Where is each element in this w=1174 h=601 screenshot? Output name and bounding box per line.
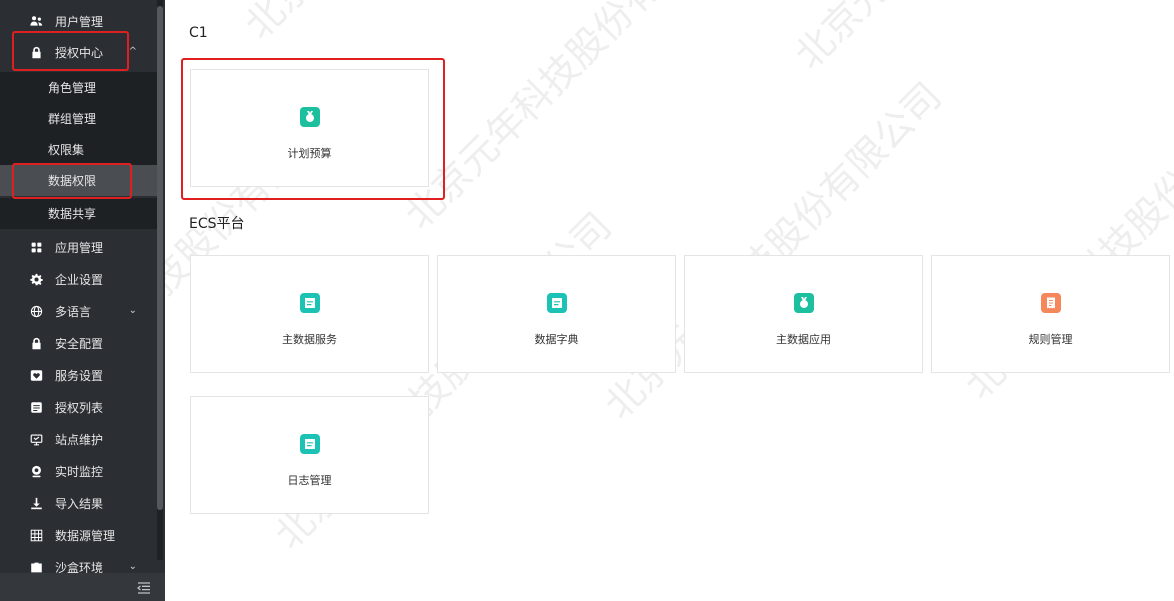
receipt-icon	[1040, 293, 1061, 313]
app-card-name: 规则管理	[1028, 333, 1073, 346]
chevron-up-icon: ^	[128, 46, 137, 57]
app-card-rule-management[interactable]: 规则管理	[931, 255, 1170, 373]
app-card-name: 日志管理	[287, 474, 332, 487]
sidebar-item-import-results[interactable]: 导入结果	[0, 488, 157, 519]
sidebar-subitem-permission-set[interactable]: 权限集	[0, 134, 157, 165]
grid-icon	[29, 529, 43, 543]
heart-icon	[29, 369, 43, 383]
monitor-icon	[29, 433, 43, 447]
section-title: C1	[189, 25, 208, 41]
sidebar-item-auth-center[interactable]: 授权中心 ^	[0, 37, 157, 68]
list-icon	[29, 401, 43, 415]
document-icon	[299, 293, 320, 313]
users-icon	[29, 15, 43, 29]
app-card-name: 主数据服务	[282, 333, 337, 346]
sidebar-item-label: 用户管理	[55, 15, 104, 29]
sidebar-item-label: 站点维护	[55, 433, 104, 447]
sidebar-subitem-data-sharing[interactable]: 数据共享	[0, 198, 157, 229]
sidebar-item-label: 授权列表	[55, 401, 104, 415]
globe-icon	[29, 305, 43, 319]
webcam-icon	[29, 465, 43, 479]
lock-icon	[29, 337, 43, 351]
collapse-menu-icon[interactable]	[136, 580, 151, 594]
app-card-name: 主数据应用	[776, 333, 831, 346]
sidebar-item-app-management[interactable]: 应用管理	[0, 232, 157, 263]
sidebar-item-auth-list[interactable]: 授权列表	[0, 392, 157, 423]
sidebar-item-site-maintenance[interactable]: 站点维护	[0, 424, 157, 455]
app-card-log-management[interactable]: 日志管理	[190, 396, 429, 514]
sidebar-subitem-group-management[interactable]: 群组管理	[0, 103, 157, 134]
app-card-plan-budget[interactable]: 计划预算	[190, 69, 429, 187]
sidebar-subitem-data-permission[interactable]: 数据权限	[0, 165, 157, 196]
sidebar-scrollbar[interactable]	[157, 0, 163, 560]
chevron-down-icon: ⌄	[128, 561, 137, 572]
sidebar: 用户管理 授权中心 ^ 角色管理 群组管理 权限集 数据权限 数据共享 应用管理…	[0, 0, 165, 601]
sidebar-item-security-config[interactable]: 安全配置	[0, 328, 157, 359]
sidebar-item-realtime-monitor[interactable]: 实时监控	[0, 456, 157, 487]
app-card-master-data-service[interactable]: 主数据服务	[190, 255, 429, 373]
section-title: ECS平台	[189, 216, 245, 232]
sidebar-item-label: 安全配置	[55, 337, 104, 351]
download-icon	[29, 497, 43, 511]
document-icon	[299, 434, 320, 454]
sidebar-item-label: 企业设置	[55, 273, 104, 287]
medal-icon	[299, 107, 320, 127]
sidebar-footer	[0, 573, 165, 601]
medal-icon	[793, 293, 814, 313]
lock-icon	[29, 46, 43, 60]
sidebar-item-multilanguage[interactable]: 多语言 ⌄	[0, 296, 157, 327]
sidebar-item-user-management[interactable]: 用户管理	[0, 6, 157, 37]
sidebar-item-label: 授权中心	[55, 46, 104, 60]
chevron-down-icon: ⌄	[128, 305, 137, 316]
app-card-master-data-app[interactable]: 主数据应用	[684, 255, 923, 373]
scrollbar-thumb[interactable]	[157, 6, 163, 510]
sidebar-item-label: 多语言	[55, 305, 92, 319]
sidebar-item-enterprise-settings[interactable]: 企业设置	[0, 264, 157, 295]
app-card-name: 计划预算	[287, 147, 332, 160]
sidebar-item-label: 数据源管理	[55, 529, 116, 543]
app-card-name: 数据字典	[534, 333, 579, 346]
document-icon	[546, 293, 567, 313]
app-card-data-dictionary[interactable]: 数据字典	[437, 255, 676, 373]
gear-icon	[29, 273, 43, 287]
sidebar-item-datasource-management[interactable]: 数据源管理	[0, 520, 157, 551]
sidebar-item-label: 实时监控	[55, 465, 104, 479]
sidebar-item-label: 应用管理	[55, 241, 104, 255]
sidebar-item-label: 导入结果	[55, 497, 104, 511]
sidebar-item-service-settings[interactable]: 服务设置	[0, 360, 157, 391]
sidebar-subitem-role-management[interactable]: 角色管理	[0, 72, 157, 103]
sidebar-item-label: 服务设置	[55, 369, 104, 383]
apps-icon	[29, 241, 43, 255]
